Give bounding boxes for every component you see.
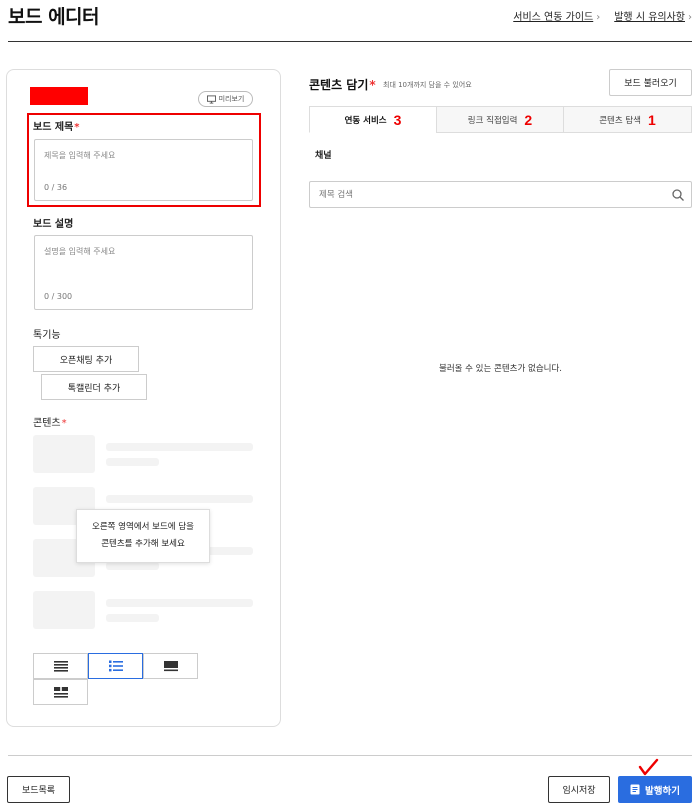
tooltip-line-2: 콘텐츠를 추가해 보세요	[101, 539, 185, 549]
load-board-button[interactable]: 보드 불러오기	[609, 69, 692, 96]
view-thumb-list-button[interactable]	[88, 653, 143, 679]
service-guide-link-wrap: 서비스 연동 가이드 ›	[513, 8, 600, 23]
search-icon[interactable]	[672, 189, 684, 201]
contents-section-title: 콘텐츠 담기*	[309, 76, 376, 93]
page-title: 보드 에디터	[8, 6, 100, 28]
required-mark: *	[369, 78, 376, 92]
board-list-button[interactable]: 보드목록	[7, 776, 70, 803]
view-list-button[interactable]	[33, 653, 88, 679]
board-title-placeholder: 제목을 입력해 주세요	[44, 151, 116, 160]
publish-notice-link[interactable]: 발행 시 유의사항	[614, 12, 685, 23]
content-skeleton-line	[106, 599, 253, 607]
contents-section-title-text: 콘텐츠 담기	[309, 78, 369, 92]
publish-label: 발행하기	[645, 785, 680, 797]
preview-label: 미리보기	[218, 95, 245, 103]
content-skeleton-line	[106, 443, 253, 451]
top-links: 서비스 연동 가이드 › 발행 시 유의사항 ›	[513, 8, 692, 23]
chevron-right-icon: ›	[688, 12, 692, 23]
document-icon	[630, 784, 640, 795]
tab-number: 3	[393, 111, 402, 128]
contents-label-text: 콘텐츠	[33, 418, 61, 429]
required-mark: *	[61, 418, 67, 429]
view-card-button[interactable]	[143, 653, 198, 679]
content-skeleton-thumb	[33, 591, 95, 629]
content-skeleton-line	[106, 458, 159, 466]
tab-linked-service-label: 연동 서비스	[344, 115, 387, 126]
board-desc-counter: 0 / 300	[44, 292, 73, 301]
channel-label: 채널	[315, 151, 332, 161]
preview-button[interactable]: 미리보기	[198, 91, 253, 107]
service-guide-link[interactable]: 서비스 연동 가이드	[513, 12, 593, 23]
content-skeleton-line	[106, 495, 253, 503]
content-skeleton-line	[106, 562, 159, 570]
talk-features-label: 톡기능	[33, 330, 61, 341]
add-talk-calendar-button[interactable]: 톡캘린더 추가	[41, 374, 147, 400]
title-search-box	[309, 181, 692, 208]
grid-icon	[53, 687, 68, 698]
tab-direct-link[interactable]: 링크 직접입력 2	[436, 106, 564, 133]
contents-limit-hint: 최대 10개까지 담을 수 있어요	[383, 81, 472, 89]
chevron-right-icon: ›	[596, 12, 601, 23]
view-grid-button[interactable]	[33, 679, 88, 705]
add-open-chat-button[interactable]: 오픈채팅 추가	[33, 346, 139, 372]
required-mark: *	[74, 122, 80, 133]
tooltip-line-1: 오른쪽 영역에서 보드에 담을	[92, 522, 194, 532]
board-title-counter: 0 / 36	[44, 183, 68, 192]
tab-explore-content[interactable]: 콘텐츠 탐색 1	[563, 106, 692, 133]
board-desc-label: 보드 설명	[33, 219, 74, 230]
tab-number: 2	[524, 111, 533, 128]
contents-label: 콘텐츠*	[33, 414, 67, 429]
title-search-input[interactable]	[310, 182, 650, 207]
board-desc-placeholder: 설명을 입력해 주세요	[44, 247, 116, 256]
add-content-tooltip: 오른쪽 영역에서 보드에 담을 콘텐츠를 추가해 보세요	[76, 509, 210, 563]
bullet-list-icon	[108, 660, 123, 672]
header-divider	[8, 41, 692, 42]
card-icon	[163, 661, 178, 672]
red-checkmark-annotation-icon	[638, 758, 659, 776]
tab-number: 1	[648, 111, 656, 128]
content-skeleton-thumb	[33, 435, 95, 473]
board-title-label-text: 보드 제목	[33, 122, 74, 133]
board-title-input[interactable]: 제목을 입력해 주세요 0 / 36	[34, 139, 253, 201]
monitor-icon	[206, 94, 216, 104]
board-desc-input[interactable]: 설명을 입력해 주세요 0 / 300	[34, 235, 253, 310]
redacted-block	[30, 87, 88, 105]
tab-linked-service[interactable]: 연동 서비스 3	[309, 106, 437, 133]
publish-button[interactable]: 발행하기	[618, 776, 692, 803]
temp-save-button[interactable]: 임시저장	[548, 776, 610, 803]
board-title-label: 보드 제목*	[33, 118, 80, 133]
tab-explore-content-label: 콘텐츠 탐색	[599, 115, 641, 126]
tab-direct-link-label: 링크 직접입력	[467, 115, 518, 126]
list-lines-icon	[53, 661, 68, 672]
footer-divider	[8, 755, 692, 756]
publish-notice-link-wrap: 발행 시 유의사항 ›	[614, 8, 692, 23]
empty-contents-message: 불러올 수 있는 콘텐츠가 없습니다.	[439, 364, 562, 374]
content-skeleton-line	[106, 614, 159, 622]
